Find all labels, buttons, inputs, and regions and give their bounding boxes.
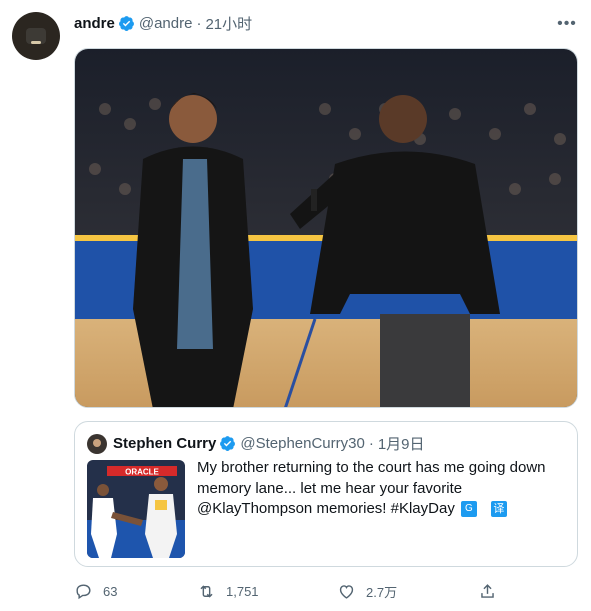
author-handle[interactable]: @andre (139, 15, 193, 32)
tweet-photo[interactable] (74, 48, 578, 408)
author-name[interactable]: andre (74, 15, 115, 32)
svg-text:ORACLE: ORACLE (125, 468, 159, 477)
tweet-actions: 63 1,751 2.7万 (64, 576, 504, 606)
quoted-header: Stephen Curry @StephenCurry30 · 1月9日 (87, 433, 425, 454)
separator-dot: · (196, 14, 202, 32)
like-button[interactable]: 2.7万 (337, 576, 397, 606)
like-count: 2.7万 (366, 584, 398, 600)
reply-count: 63 (103, 583, 118, 599)
tweet: andre @andre · 21小时 ••• Stephen Curry @S… (0, 0, 591, 611)
reply-button[interactable]: 63 (74, 576, 117, 606)
verified-badge-icon (118, 15, 134, 31)
tweet-time[interactable]: 21小时 (205, 13, 252, 34)
basketball-photo (75, 49, 577, 407)
retweet-count: 1,751 (226, 583, 259, 599)
author-avatar[interactable] (12, 12, 60, 60)
share-button[interactable] (478, 576, 507, 606)
quoted-text: My brother returning to the court has me… (197, 458, 569, 520)
separator-dot: · (368, 435, 374, 452)
quoted-tweet[interactable]: Stephen Curry @StephenCurry30 · 1月9日 ORA… (74, 421, 578, 567)
translate-icon[interactable]: 译 (490, 501, 507, 518)
tweet-header: andre @andre · 21小时 (74, 13, 252, 33)
share-icon (481, 583, 494, 598)
quoted-handle: @StephenCurry30 (240, 435, 365, 452)
quoted-name: Stephen Curry (113, 435, 217, 452)
more-options-icon[interactable]: ••• (557, 14, 577, 34)
heart-icon (339, 584, 354, 599)
quoted-photo: ORACLE (87, 460, 185, 558)
google-translate-icon[interactable]: G (460, 501, 477, 518)
quoted-date: 1月9日 (377, 436, 425, 453)
quoted-thumbnail[interactable]: ORACLE (87, 460, 185, 558)
reply-icon (76, 583, 91, 599)
retweet-button[interactable]: 1,751 (197, 576, 259, 606)
quoted-verified-icon (220, 436, 236, 451)
quoted-avatar (87, 433, 107, 454)
retweet-icon (200, 584, 213, 598)
